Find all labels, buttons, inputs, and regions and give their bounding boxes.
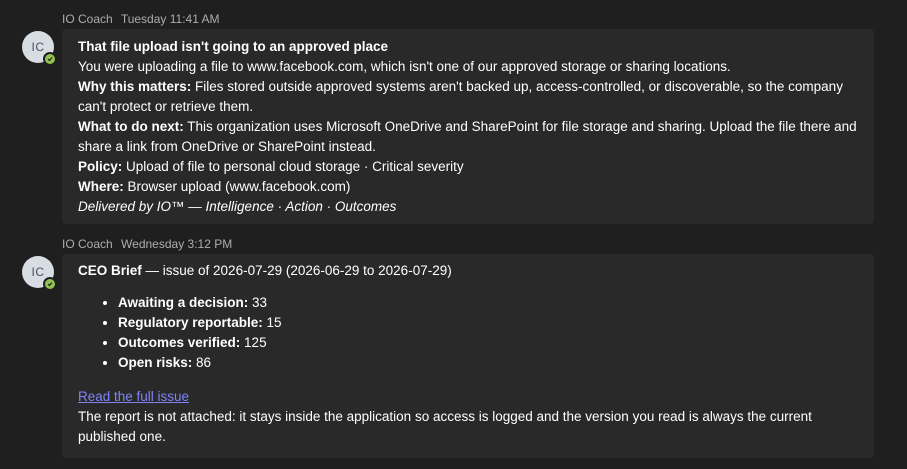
message-header: IO Coach Wednesday 3:12 PM: [62, 237, 232, 251]
chat-thread: IO Coach Tuesday 11:41 AM IC That file u…: [0, 0, 907, 469]
message-footer: Delivered by IO™ — Intelligence · Action…: [78, 199, 397, 214]
list-item: Awaiting a decision: 33: [118, 293, 858, 313]
sender-name: IO Coach: [62, 237, 113, 251]
presence-available-icon: [43, 52, 57, 66]
list-item: Open risks: 86: [118, 353, 858, 373]
sender-name: IO Coach: [62, 12, 113, 26]
what-to-do-next: What to do next: This organization uses …: [78, 119, 857, 154]
read-full-issue-link[interactable]: Read the full issue: [78, 389, 189, 404]
where-line: Where: Browser upload (www.facebook.com): [78, 179, 351, 194]
policy-line: Policy: Upload of file to personal cloud…: [78, 159, 464, 174]
message-timestamp[interactable]: Wednesday 3:12 PM: [121, 237, 232, 251]
message-title: That file upload isn't going to an appro…: [78, 39, 388, 54]
avatar-initials: IC: [31, 265, 45, 279]
avatar-initials: IC: [31, 40, 45, 54]
message-bubble[interactable]: CEO Brief — issue of 2026-07-29 (2026-06…: [62, 254, 874, 458]
report-note: The report is not attached: it stays ins…: [78, 409, 812, 444]
message-timestamp[interactable]: Tuesday 11:41 AM: [121, 12, 220, 26]
avatar[interactable]: IC: [22, 31, 57, 66]
message-intro: You were uploading a file to www.faceboo…: [78, 59, 731, 74]
brief-stats-list: Awaiting a decision: 33 Regulatory repor…: [78, 293, 858, 373]
list-item: Regulatory reportable: 15: [118, 313, 858, 333]
list-item: Outcomes verified: 125: [118, 333, 858, 353]
message-bubble[interactable]: That file upload isn't going to an appro…: [62, 29, 874, 224]
why-this-matters: Why this matters: Files stored outside a…: [78, 79, 843, 114]
avatar[interactable]: IC: [22, 256, 57, 291]
brief-heading: CEO Brief — issue of 2026-07-29 (2026-06…: [78, 263, 452, 278]
message-header: IO Coach Tuesday 11:41 AM: [62, 12, 220, 26]
presence-available-icon: [43, 277, 57, 291]
